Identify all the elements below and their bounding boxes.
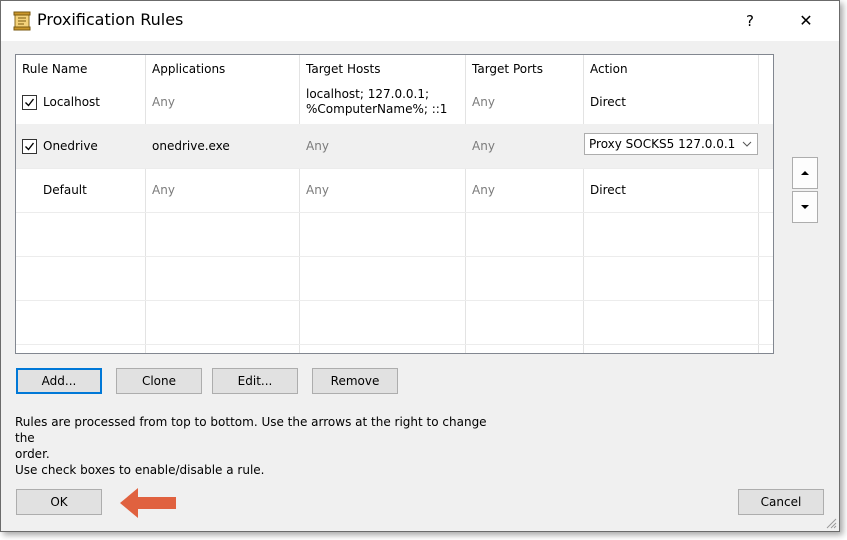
app-scroll-icon <box>13 11 31 31</box>
action-cell: Direct <box>590 94 626 109</box>
close-icon[interactable]: ✕ <box>789 7 823 35</box>
move-down-button[interactable] <box>792 191 818 223</box>
help-text-line: order. <box>15 447 50 461</box>
action-dropdown[interactable]: Proxy SOCKS5 127.0.0.1 <box>584 133 758 155</box>
clone-button[interactable]: Clone <box>116 368 202 394</box>
add-button[interactable]: Add... <box>16 368 102 394</box>
rule-name-cell: Onedrive <box>16 124 146 168</box>
header-action[interactable]: Action <box>584 55 759 83</box>
cancel-button[interactable]: Cancel <box>738 489 824 515</box>
applications-cell: onedrive.exe <box>152 138 230 153</box>
row-divider <box>16 344 773 345</box>
action-cell: Direct <box>590 182 626 197</box>
target-hosts-line: %ComputerName%; ::1 <box>306 102 448 116</box>
help-text: Rules are processed from top to bottom. … <box>15 414 505 462</box>
edit-button[interactable]: Edit... <box>212 368 298 394</box>
help-text-line: Rules are processed from top to bottom. … <box>15 415 487 445</box>
header-target-ports[interactable]: Target Ports <box>466 55 584 83</box>
chevron-down-icon <box>742 141 752 147</box>
row-divider <box>16 300 773 301</box>
ok-button[interactable]: OK <box>16 489 102 515</box>
row-divider <box>16 212 773 213</box>
title-bar: Proxification Rules ? ✕ <box>1 1 839 41</box>
remove-button[interactable]: Remove <box>312 368 398 394</box>
target-hosts-line: localhost; 127.0.0.1; <box>306 87 430 101</box>
proxification-rules-dialog: Proxification Rules ? ✕ Rule Name Applic… <box>0 0 840 532</box>
action-dropdown-value: Proxy SOCKS5 127.0.0.1 <box>589 137 736 151</box>
window-title: Proxification Rules <box>37 10 184 29</box>
applications-cell: Any <box>152 94 175 109</box>
applications-cell: Any <box>152 182 175 197</box>
checkbox-checked-icon[interactable] <box>22 138 37 154</box>
header-target-hosts[interactable]: Target Hosts <box>300 55 466 83</box>
rule-name: Localhost <box>43 94 101 109</box>
target-ports-cell: Any <box>472 182 495 197</box>
table-row[interactable]: Onedrive onedrive.exe Any Any Proxy SOCK… <box>16 124 773 168</box>
checkbox-checked-icon[interactable] <box>22 94 37 110</box>
header-applications[interactable]: Applications <box>146 55 300 83</box>
rule-name: Onedrive <box>43 138 98 153</box>
table-row[interactable]: Default Any Any Any Direct <box>16 168 773 212</box>
help-icon[interactable]: ? <box>735 7 765 35</box>
header-rule-name[interactable]: Rule Name <box>16 55 146 83</box>
rules-table: Rule Name Applications Target Hosts Targ… <box>15 54 774 354</box>
red-pointer-arrow <box>120 488 176 518</box>
target-hosts-cell: localhost; 127.0.0.1; %ComputerName%; ::… <box>300 80 466 124</box>
target-ports-cell: Any <box>472 138 495 153</box>
rule-name-cell: Localhost <box>16 80 146 124</box>
arrow-down-icon <box>801 205 809 209</box>
resize-grip-icon[interactable] <box>823 515 837 529</box>
target-ports-cell: Any <box>472 94 495 109</box>
help-text-checkboxes: Use check boxes to enable/disable a rule… <box>15 463 265 477</box>
rule-name-cell: Default <box>43 182 87 197</box>
arrow-up-icon <box>801 171 809 175</box>
target-hosts-cell: Any <box>306 138 329 153</box>
table-row[interactable]: Localhost Any localhost; 127.0.0.1; %Com… <box>16 80 773 124</box>
target-hosts-cell: Any <box>306 182 329 197</box>
move-up-button[interactable] <box>792 157 818 189</box>
row-divider <box>16 256 773 257</box>
